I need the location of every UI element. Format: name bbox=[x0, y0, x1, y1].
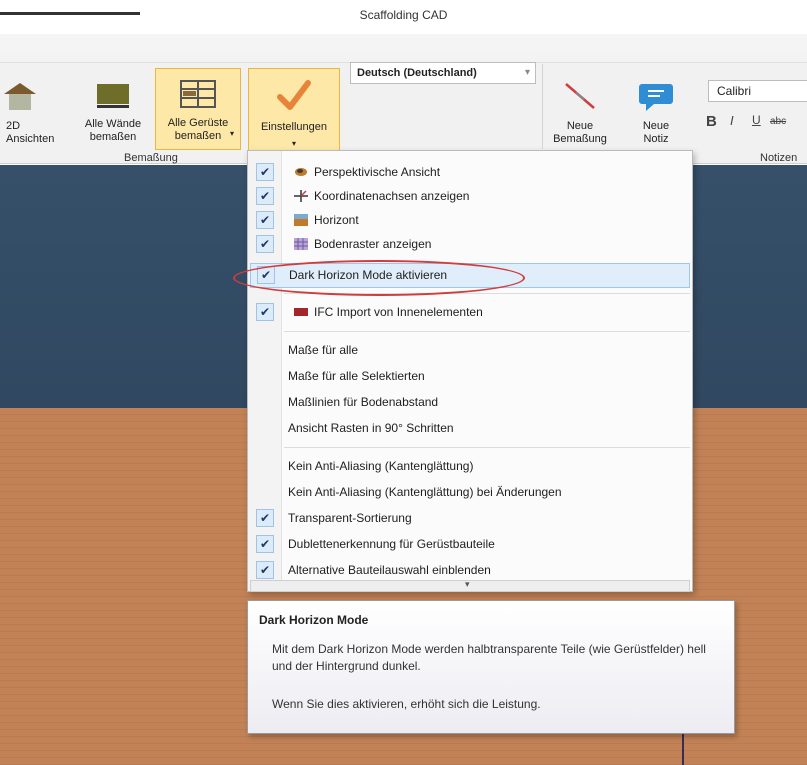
einstellungen-button[interactable]: Einstellungen ▾ bbox=[248, 68, 340, 152]
check-icon: ✔ bbox=[256, 561, 274, 579]
menu-separator bbox=[284, 331, 690, 332]
menu-item-label: Kein Anti-Aliasing (Kantenglättung) bei … bbox=[288, 485, 562, 499]
neue-bemassung-button[interactable]: Neue Bemaßung bbox=[546, 80, 614, 146]
ansichten-label: 2D Ansichten bbox=[6, 120, 55, 145]
menu-item-label: Ansicht Rasten in 90° Schritten bbox=[288, 421, 454, 435]
menu-item-label: Transparent-Sortierung bbox=[288, 511, 412, 525]
check-icon: ✔ bbox=[256, 211, 274, 229]
perspective-icon bbox=[295, 168, 307, 176]
menu-item-masse-fuer-alle[interactable]: Maße für alle bbox=[250, 339, 690, 362]
group-label-bemassung: Bemaßung bbox=[124, 152, 178, 164]
menu-item-ifc-import[interactable]: ✔ IFC Import von Innenelementen bbox=[250, 301, 690, 324]
menu-item-label: Dublettenerkennung für Gerüstbauteile bbox=[288, 537, 495, 551]
menu-item-label: IFC Import von Innenelementen bbox=[314, 305, 483, 319]
tooltip-dark-horizon-mode: Dark Horizon Mode Mit dem Dark Horizon M… bbox=[247, 600, 735, 734]
menu-item-horizont[interactable]: ✔ Horizont bbox=[250, 209, 690, 232]
window-title: Scaffolding CAD bbox=[359, 8, 448, 22]
menu-item-label: Koordinatenachsen anzeigen bbox=[314, 189, 470, 203]
menu-scroll-down[interactable]: ▾ bbox=[250, 579, 690, 592]
menu-item-label: Bodenraster anzeigen bbox=[314, 237, 432, 251]
menu-item-alternative-bauteilauswahl[interactable]: ✔ Alternative Bauteilauswahl einblenden bbox=[250, 559, 690, 579]
font-select-value: Calibri bbox=[717, 84, 752, 98]
check-icon: ✔ bbox=[256, 303, 274, 321]
strikethrough-button[interactable]: abc bbox=[770, 116, 786, 127]
menu-item-label: Kein Anti-Aliasing (Kantenglättung) bbox=[288, 459, 474, 473]
einstellungen-chevron-icon: ▾ bbox=[291, 139, 296, 148]
checkmark-icon bbox=[277, 80, 311, 110]
alle-waende-bemassen-button[interactable]: Alle Wände bemaßen bbox=[74, 82, 152, 144]
annotation-ellipse bbox=[233, 260, 525, 296]
menu-item-transparent-sortierung[interactable]: ✔ Transparent-Sortierung bbox=[250, 507, 690, 530]
chevron-down-icon: ▾ bbox=[465, 579, 470, 589]
italic-button[interactable]: I bbox=[730, 113, 734, 128]
alle-waende-label: Alle Wände bemaßen bbox=[84, 118, 142, 143]
check-icon: ✔ bbox=[256, 235, 274, 253]
menu-item-label: Maßlinien für Bodenabstand bbox=[288, 395, 439, 409]
menu-item-bodenraster[interactable]: ✔ Bodenraster anzeigen bbox=[250, 233, 690, 256]
menu-item-ansicht-rasten[interactable]: Ansicht Rasten in 90° Schritten bbox=[250, 417, 690, 440]
ansichten-button[interactable]: 2D Ansichten bbox=[0, 80, 55, 146]
check-icon: ✔ bbox=[256, 187, 274, 205]
menu-item-dublettenerkennung[interactable]: ✔ Dublettenerkennung für Gerüstbauteile bbox=[250, 533, 690, 556]
scaffold-icon bbox=[180, 80, 216, 108]
title-bar: Scaffolding CAD bbox=[0, 0, 807, 34]
horizon-icon bbox=[294, 214, 308, 226]
menu-item-label: Alternative Bauteilauswahl einblenden bbox=[288, 563, 491, 577]
check-icon: ✔ bbox=[256, 509, 274, 527]
menu-item-koordinatenachsen[interactable]: ✔ Koordinatenachsen anzeigen bbox=[250, 185, 690, 208]
chevron-down-icon: ▾ bbox=[229, 129, 234, 138]
alle-gerueste-label: Alle Gerüste bemaßen bbox=[167, 117, 229, 142]
tooltip-title: Dark Horizon Mode bbox=[259, 613, 369, 627]
neue-bemassung-label: Neue Bemaßung bbox=[553, 120, 607, 145]
axes-icon bbox=[294, 190, 308, 202]
tooltip-footer: Wenn Sie dies aktivieren, erhöht sich di… bbox=[272, 697, 541, 711]
menu-item-masse-selektierte[interactable]: Maße für alle Selektierten bbox=[250, 365, 690, 388]
menu-item-label: Horizont bbox=[314, 213, 359, 227]
menu-item-label: Maße für alle bbox=[288, 343, 359, 357]
alle-gerueste-bemassen-button[interactable]: Alle Gerüste bemaßen ▾ bbox=[155, 68, 241, 150]
wall-icon bbox=[97, 84, 129, 108]
language-select-value: Deutsch (Deutschland) bbox=[357, 67, 477, 79]
neue-notiz-button[interactable]: Neue Notiz bbox=[634, 80, 678, 146]
ribbon-separator bbox=[542, 64, 543, 149]
group-label-notizen: Notizen bbox=[760, 152, 798, 164]
bold-button[interactable]: B bbox=[706, 113, 717, 130]
house-icon bbox=[4, 83, 36, 110]
underline-button[interactable]: U bbox=[752, 113, 761, 127]
menu-item-perspektivische-ansicht[interactable]: ✔ Perspektivische Ansicht bbox=[250, 161, 690, 184]
check-icon: ✔ bbox=[256, 535, 274, 553]
ifc-icon bbox=[294, 308, 308, 316]
einstellungen-label: Einstellungen bbox=[260, 121, 328, 133]
language-dropdown-icon: ▾ bbox=[524, 67, 530, 78]
check-icon: ✔ bbox=[256, 163, 274, 181]
menu-item-kein-anti-aliasing[interactable]: Kein Anti-Aliasing (Kantenglättung) bbox=[250, 455, 690, 478]
menu-item-masslinien-bodenabstand[interactable]: Maßlinien für Bodenabstand bbox=[250, 391, 690, 414]
tooltip-body: Mit dem Dark Horizon Mode werden halbtra… bbox=[272, 642, 706, 673]
menu-item-label: Perspektivische Ansicht bbox=[314, 165, 441, 179]
title-bar-overlay bbox=[0, 0, 140, 34]
grid-icon bbox=[294, 238, 308, 250]
neue-notiz-label: Neue Notiz bbox=[642, 120, 670, 145]
settings-dropdown-menu: ✔ Perspektivische Ansicht ✔ Koordinatena… bbox=[247, 150, 693, 592]
menu-item-label: Maße für alle Selektierten bbox=[288, 369, 425, 383]
menu-item-kein-anti-aliasing-aenderungen[interactable]: Kein Anti-Aliasing (Kantenglättung) bei … bbox=[250, 481, 690, 504]
speech-bubble-icon bbox=[639, 84, 673, 111]
menu-separator bbox=[284, 447, 690, 448]
font-select[interactable]: Calibri bbox=[708, 80, 807, 102]
dimension-line-icon bbox=[565, 83, 595, 109]
language-select[interactable]: Deutsch (Deutschland) ▾ bbox=[350, 62, 536, 84]
